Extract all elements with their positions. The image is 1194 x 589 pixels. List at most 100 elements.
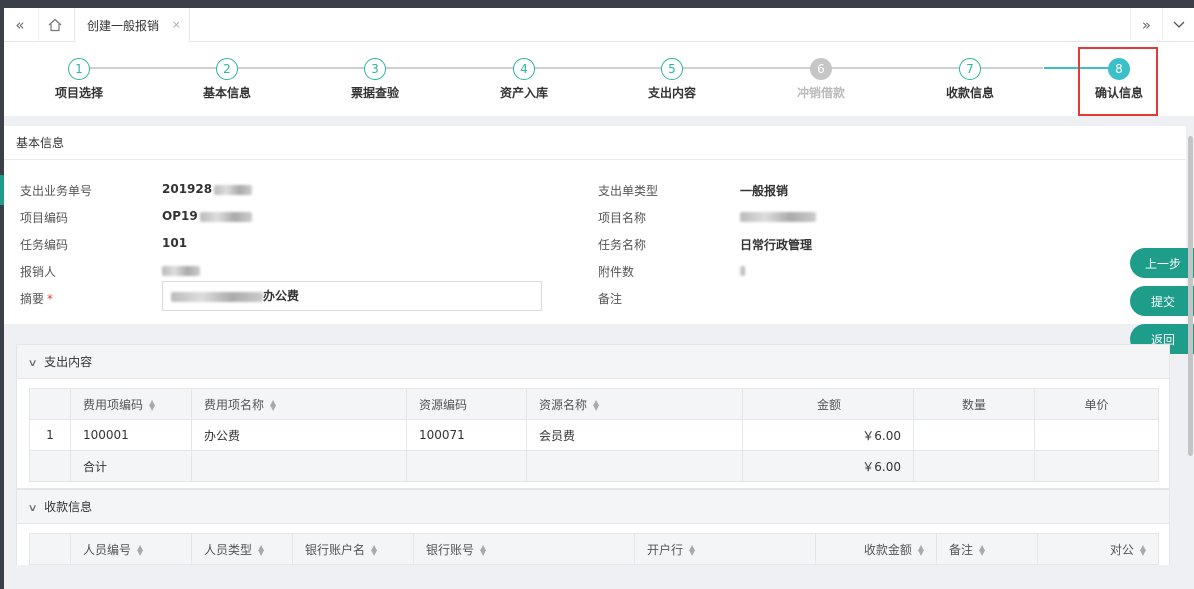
sort-icon[interactable]: ▲ ▼ (1140, 544, 1146, 557)
sort-icon[interactable]: ▲ ▼ (480, 544, 486, 557)
field-project-code-value: OP19 (162, 209, 252, 223)
cell-index (29, 450, 71, 482)
col-unit-price: 单价 (1034, 388, 1159, 420)
step-label: 项目选择 (54, 86, 103, 100)
field-remark: 备注 (598, 292, 623, 306)
table-row[interactable]: 1 100001 办公费 100071 会员费 ￥6.00 (29, 419, 1159, 451)
step-1[interactable]: 1 项目选择 (29, 58, 129, 101)
payee-panel-header[interactable]: ∨ 收款信息 (17, 490, 1169, 524)
cell-empty (526, 450, 743, 482)
cell-quantity (913, 419, 1035, 451)
cell-empty (406, 450, 527, 482)
col-fee-code[interactable]: 费用项编码 ▲ ▼ (70, 388, 192, 420)
field-summary: 摘要 * (20, 292, 54, 306)
tab-label: 创建一般报销 (87, 18, 160, 33)
redacted-value (171, 291, 263, 302)
chevron-down-icon: ∨ (27, 358, 38, 369)
col-receive-amount[interactable]: 收款金额 ▲ ▼ (815, 533, 937, 565)
submit-button[interactable]: 提交 (1130, 286, 1194, 316)
field-task-code: 任务编码 (20, 238, 69, 252)
col-public[interactable]: 对公 ▲ ▼ (1037, 533, 1159, 565)
tab-create-reimbursement[interactable]: 创建一般报销 × (74, 8, 190, 42)
step-number: 1 (68, 58, 90, 80)
page: « 创建一般报销 × » 1 项目选择 2 基本信息 3 票据查验 4 资产入库 5 支出内容 6 冲… (4, 8, 1194, 589)
step-number: 3 (364, 58, 386, 80)
window-top-bar (0, 0, 1194, 8)
step-label: 支出内容 (647, 86, 696, 100)
col-account-name[interactable]: 银行账户名 ▲ ▼ (292, 533, 414, 565)
sort-icon[interactable]: ▲ ▼ (149, 399, 155, 412)
basic-info-section: 基本信息 支出业务单号 201928 项目编码 OP19 任务编码 101 报销… (4, 126, 1186, 324)
sort-icon[interactable]: ▲ ▼ (918, 544, 924, 557)
sort-icon[interactable]: ▲ ▼ (137, 544, 143, 557)
step-5[interactable]: 5 支出内容 (622, 58, 722, 101)
step-2[interactable]: 2 基本信息 (177, 58, 277, 101)
sort-icon[interactable]: ▲ ▼ (979, 544, 985, 557)
col-resource-code: 资源编码 (406, 388, 527, 420)
cell-amount: ￥6.00 (742, 419, 914, 451)
cell-resource-name: 会员费 (526, 419, 743, 451)
sort-icon[interactable]: ▲ ▼ (371, 544, 377, 557)
col-fee-name[interactable]: 费用项名称 ▲ ▼ (191, 388, 407, 420)
chevron-down-icon: ∨ (27, 503, 38, 514)
field-claimant-value (162, 263, 200, 277)
col-person-no[interactable]: 人员编号 ▲ ▼ (70, 533, 192, 565)
prev-step-button[interactable]: 上一步 (1130, 248, 1194, 278)
expense-panel: ∨ 支出内容 费用项编码 ▲ ▼ 费用项名称 ▲ ▼ 资源编码 资源名称 ▲ ▼ 金额 数量… (16, 344, 1170, 489)
bottom-area (4, 565, 1194, 589)
step-6[interactable]: 6 冲销借款 (771, 58, 871, 101)
col-person-type[interactable]: 人员类型 ▲ ▼ (191, 533, 293, 565)
step-label: 冲销借款 (796, 86, 845, 100)
cell-fee-name: 办公费 (191, 419, 407, 451)
expense-table-header: 费用项编码 ▲ ▼ 费用项名称 ▲ ▼ 资源编码 资源名称 ▲ ▼ 金额 数量 单价 (29, 388, 1159, 420)
sort-icon[interactable]: ▲ ▼ (689, 544, 695, 557)
tab-bar: « 创建一般报销 × » (4, 8, 1194, 42)
step-label: 收款信息 (945, 86, 994, 100)
close-icon[interactable]: × (172, 18, 181, 31)
cell-total-amount: ￥6.00 (742, 450, 914, 482)
summary-input[interactable]: 办公费 (162, 281, 542, 311)
cell-total-label: 合计 (70, 450, 192, 482)
step-3[interactable]: 3 票据查验 (325, 58, 425, 101)
cell-empty (913, 450, 1035, 482)
step-7[interactable]: 7 收款信息 (920, 58, 1020, 101)
scrollbar-thumb[interactable] (1188, 136, 1193, 456)
col-remark[interactable]: 备注 ▲ ▼ (936, 533, 1038, 565)
home-icon[interactable] (38, 8, 70, 42)
col-index (29, 533, 71, 565)
step-label: 资产入库 (499, 86, 548, 100)
col-bank[interactable]: 开户行 ▲ ▼ (634, 533, 816, 565)
expense-table: 费用项编码 ▲ ▼ 费用项名称 ▲ ▼ 资源编码 资源名称 ▲ ▼ 金额 数量 单价 1 1… (29, 388, 1159, 482)
sort-icon[interactable]: ▲ ▼ (593, 399, 599, 412)
step-number: 6 (810, 58, 832, 80)
field-task-code-value: 101 (162, 236, 188, 250)
stepper: 1 项目选择 2 基本信息 3 票据查验 4 资产入库 5 支出内容 6 冲销借款 7 收款信息 8 确认信息 (4, 42, 1194, 116)
chevron-down-icon[interactable] (1162, 8, 1194, 42)
field-attachments: 附件数 (598, 265, 635, 279)
col-index (29, 388, 71, 420)
col-resource-name[interactable]: 资源名称 ▲ ▼ (526, 388, 743, 420)
field-task-name-value: 日常行政管理 (740, 238, 813, 252)
redacted-value (214, 184, 253, 195)
step-number: 5 (661, 58, 683, 80)
field-project-code: 项目编码 (20, 211, 69, 225)
cell-fee-code: 100001 (70, 419, 192, 451)
field-claimant: 报销人 (20, 265, 57, 279)
step-4[interactable]: 4 资产入库 (474, 58, 574, 101)
field-expense-type: 支出单类型 (598, 184, 659, 198)
col-account-no[interactable]: 银行账号 ▲ ▼ (413, 533, 635, 565)
scrollbar[interactable] (1187, 126, 1194, 466)
cell-empty (1034, 450, 1159, 482)
step-number: 4 (513, 58, 535, 80)
double-chevron-right-icon[interactable]: » (1130, 8, 1162, 42)
redacted-value (740, 211, 816, 222)
sort-icon[interactable]: ▲ ▼ (258, 544, 264, 557)
sort-icon[interactable]: ▲ ▼ (270, 399, 276, 412)
double-chevron-left-icon[interactable]: « (4, 8, 36, 42)
payee-table: 人员编号 ▲ ▼ 人员类型 ▲ ▼ 银行账户名 ▲ ▼ 银行账号 ▲ ▼ 开户行 ▲ ▼ 收款金额 ▲… (29, 533, 1159, 565)
expense-panel-header[interactable]: ∨ 支出内容 (17, 345, 1169, 379)
current-step-highlight (1078, 47, 1158, 116)
required-mark: * (47, 292, 54, 306)
field-project-name-value (740, 209, 816, 223)
field-expense-no: 支出业务单号 (20, 184, 93, 198)
